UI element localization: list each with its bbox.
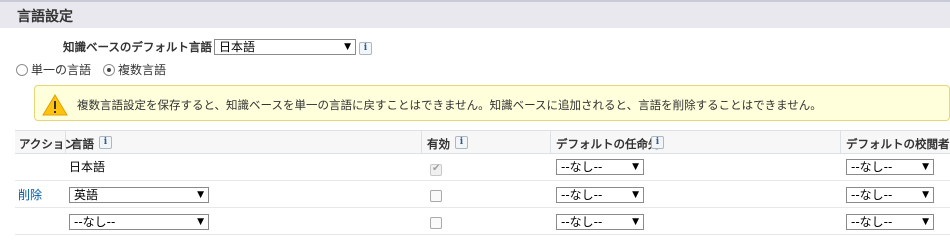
column-divider	[421, 131, 422, 154]
col-header-action: アクション	[19, 137, 76, 151]
default-assignee-select[interactable]: --なし-- ▼	[556, 214, 644, 230]
language-value: 日本語	[69, 160, 106, 174]
default-reviewer-select[interactable]: --なし-- ▼	[846, 187, 934, 203]
section-title: 言語設定	[17, 9, 73, 25]
language-select-value: 英語	[74, 188, 99, 202]
language-select-value: --なし--	[74, 215, 116, 229]
column-divider	[840, 131, 841, 154]
warning-alert: 複数言語設定を保存すると、知識ベースを単一の言語に戻すことはできません。知識ベー…	[34, 85, 950, 121]
multi-language-label: 複数言語	[118, 63, 167, 77]
col-header-language: 言語	[71, 137, 94, 151]
warning-icon	[42, 94, 68, 116]
active-checkbox	[430, 163, 442, 176]
language-select[interactable]: --なし-- ▼	[69, 214, 209, 230]
active-checkbox[interactable]	[430, 217, 442, 229]
info-icon[interactable]: i	[455, 136, 468, 149]
default-assignee-value: --なし--	[561, 215, 603, 229]
info-icon[interactable]: i	[651, 136, 664, 149]
chevron-down-icon: ▼	[197, 190, 204, 200]
chevron-down-icon: ▼	[344, 42, 351, 52]
single-language-radio[interactable]	[16, 64, 28, 76]
delete-link[interactable]: 削除	[18, 186, 42, 203]
section-header: 言語設定	[0, 0, 950, 28]
default-reviewer-select[interactable]: --なし-- ▼	[846, 159, 934, 175]
chevron-down-icon: ▼	[197, 217, 204, 227]
info-icon[interactable]: i	[99, 136, 112, 149]
kb-default-language-label: 知識ベースのデフォルト言語	[63, 40, 212, 54]
kb-default-language-value: 日本語	[219, 40, 256, 54]
default-assignee-value: --なし--	[561, 188, 603, 202]
multi-language-radio[interactable]	[103, 64, 115, 76]
chevron-down-icon: ▼	[632, 217, 639, 227]
single-language-label: 単一の言語	[31, 63, 92, 77]
table-row: --なし-- ▼ --なし-- ▼ --なし-- ▼	[15, 208, 950, 235]
chevron-down-icon: ▼	[632, 190, 639, 200]
default-assignee-select[interactable]: --なし-- ▼	[556, 159, 644, 175]
active-checkbox[interactable]	[430, 190, 442, 202]
chevron-down-icon: ▼	[632, 162, 639, 172]
default-reviewer-select[interactable]: --なし-- ▼	[846, 214, 934, 230]
table-row: 日本語 --なし-- ▼ --なし-- ▼	[15, 154, 950, 181]
table-row: 削除 英語 ▼ --なし-- ▼ --なし-- ▼	[15, 181, 950, 208]
language-select[interactable]: 英語 ▼	[69, 187, 209, 203]
default-reviewer-value: --なし--	[851, 160, 893, 174]
column-divider	[65, 131, 66, 154]
chevron-down-icon: ▼	[922, 190, 929, 200]
col-header-default-assignee: デフォルトの任命先	[556, 137, 660, 151]
alert-message: 複数言語設定を保存すると、知識ベースを単一の言語に戻すことはできません。知識ベー…	[77, 98, 822, 112]
chevron-down-icon: ▼	[922, 217, 929, 227]
column-divider	[550, 131, 551, 154]
default-reviewer-value: --なし--	[851, 188, 893, 202]
default-assignee-value: --なし--	[561, 160, 603, 174]
col-header-active: 有効	[427, 137, 450, 151]
default-assignee-select[interactable]: --なし-- ▼	[556, 187, 644, 203]
default-reviewer-value: --なし--	[851, 215, 893, 229]
col-header-default-reviewer: デフォルトの校閲者	[846, 137, 950, 151]
language-table-header: アクション 言語 i 有効 i デフォルトの任命先 i デフォルトの校閲者	[15, 130, 950, 154]
chevron-down-icon: ▼	[922, 162, 929, 172]
info-icon[interactable]: i	[359, 42, 372, 55]
kb-default-language-select[interactable]: 日本語 ▼	[214, 39, 356, 55]
